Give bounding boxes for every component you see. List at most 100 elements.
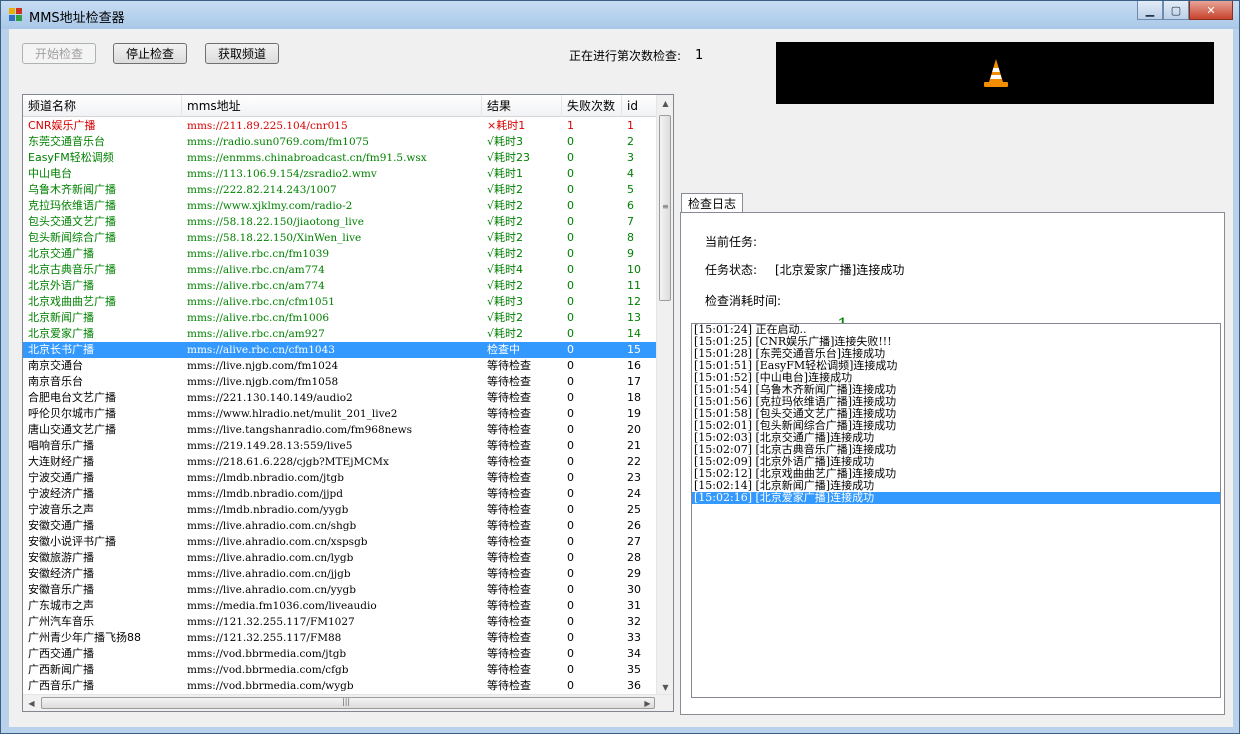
cell-fail-count: 1	[567, 119, 574, 132]
table-row[interactable]: 包头交通文艺广播 mms://58.18.22.150/jiaotong_live…	[23, 214, 657, 230]
table-row[interactable]: 中山电台 mms://113.106.9.154/zsradio2.wmv √耗时1…	[23, 166, 657, 182]
cell-channel-name: 广州汽车音乐	[28, 615, 94, 628]
table-row[interactable]: 北京新闻广播 mms://alive.rbc.cn/fm1006 √耗时2 0 13	[23, 310, 657, 326]
table-row[interactable]: 南京交通台 mms://live.njgb.com/fm1024 等待检查 0 16	[23, 358, 657, 374]
cell-mms-url: mms://113.106.9.154/zsradio2.wmv	[187, 168, 377, 180]
column-header-id[interactable]: id	[622, 95, 657, 117]
scroll-right-icon[interactable]: ▶	[639, 695, 656, 711]
column-header-url[interactable]: mms地址	[182, 95, 482, 117]
column-header-result[interactable]: 结果	[482, 95, 562, 117]
table-row[interactable]: 南京音乐台 mms://live.njgb.com/fm1058 等待检查 0 17	[23, 374, 657, 390]
maximize-icon[interactable]: ▢	[1163, 1, 1189, 20]
column-header-name[interactable]: 频道名称	[23, 95, 182, 117]
table-row[interactable]: 广东城市之声 mms://media.fm1036.com/liveaudio 等待…	[23, 598, 657, 614]
stop-check-button[interactable]: 停止检查	[113, 43, 187, 64]
cell-result: 等待检查	[487, 359, 531, 372]
cell-result: 等待检查	[487, 551, 531, 564]
caption-buttons: ▁ ▢ ✕	[1137, 1, 1233, 21]
fetch-channels-button[interactable]: 获取频道	[205, 43, 279, 64]
table-row[interactable]: 呼伦贝尔城市广播 mms://www.hlradio.net/mulit_201_…	[23, 406, 657, 422]
table-row[interactable]: 唐山交通文艺广播 mms://live.tangshanradio.com/fm9…	[23, 422, 657, 438]
table-row[interactable]: 广西交通广播 mms://vod.bbrmedia.com/jtgb 等待检查 0 34	[23, 646, 657, 662]
cell-channel-name: 广州青少年广播飞扬88	[28, 631, 141, 644]
table-row[interactable]: 宁波经济广播 mms://lmdb.nbradio.com/jjpd 等待检查 0 24	[23, 486, 657, 502]
table-row[interactable]: 广州青少年广播飞扬88 mms://121.32.255.117/FM88 等待检查…	[23, 630, 657, 646]
table-row[interactable]: 安徽经济广播 mms://live.ahradio.com.cn/jjgb 等待检查…	[23, 566, 657, 582]
table-row[interactable]: 广西音乐广播 mms://vod.bbrmedia.com/wygb 等待检查 0 36	[23, 678, 657, 694]
elapsed-label: 检查消耗时间:	[705, 294, 782, 308]
scroll-left-icon[interactable]: ◀	[23, 695, 40, 711]
scroll-up-icon[interactable]: ▲	[657, 95, 673, 112]
start-check-button[interactable]: 开始检查	[22, 43, 96, 64]
cell-id: 27	[627, 535, 641, 548]
table-row[interactable]: 北京外语广播 mms://alive.rbc.cn/am774 √耗时2 0 11	[23, 278, 657, 294]
log-tab-panel: 当前任务: 任务状态: [北京爱家广播]连接成功 检查消耗时间: 1 [15:0…	[680, 212, 1225, 715]
column-header-fails[interactable]: 失败次数	[562, 95, 622, 117]
cell-mms-url: mms://alive.rbc.cn/am927	[187, 328, 325, 340]
cell-result: 等待检查	[487, 647, 531, 660]
cell-mms-url: mms://live.tangshanradio.com/fm968news	[187, 424, 413, 436]
cell-mms-url: mms://www.xjklmy.com/radio-2	[187, 200, 353, 212]
cell-channel-name: 安徽经济广播	[28, 567, 94, 580]
media-player[interactable]	[776, 42, 1214, 104]
cell-mms-url: mms://211.89.225.104/cnr015	[187, 120, 348, 132]
log-line[interactable]: [15:02:16] [北京爱家广播]连接成功	[692, 492, 1220, 504]
table-row[interactable]: 北京戏曲曲艺广播 mms://alive.rbc.cn/cfm1051 √耗时3 0 1…	[23, 294, 657, 310]
table-row[interactable]: 广西新闻广播 mms://vod.bbrmedia.com/cfgb 等待检查 0 35	[23, 662, 657, 678]
cell-id: 5	[627, 183, 634, 196]
cell-channel-name: 安徽旅游广播	[28, 551, 94, 564]
tab-check-log[interactable]: 检查日志	[681, 193, 743, 213]
table-row[interactable]: 乌鲁木齐新闻广播 mms://222.82.214.243/1007 √耗时2 0 5	[23, 182, 657, 198]
table-row[interactable]: 克拉玛依维语广播 mms://www.xjklmy.com/radio-2 √耗时2…	[23, 198, 657, 214]
table-row[interactable]: 北京古典音乐广播 mms://alive.rbc.cn/am774 √耗时4 0 10	[23, 262, 657, 278]
table-row[interactable]: EasyFM轻松调频 mms://enmms.chinabroadcast.cn/…	[23, 150, 657, 166]
table-row[interactable]: 东莞交通音乐台 mms://radio.sun0769.com/fm1075 √耗时…	[23, 134, 657, 150]
table-row[interactable]: 北京交通广播 mms://alive.rbc.cn/fm1039 √耗时2 0 9	[23, 246, 657, 262]
list-vertical-scrollbar[interactable]: ▲ ≡ ▼	[656, 95, 673, 696]
cell-fail-count: 0	[567, 279, 574, 292]
cell-channel-name: 北京新闻广播	[28, 311, 94, 324]
cell-fail-count: 0	[567, 151, 574, 164]
table-row[interactable]: 广州汽车音乐 mms://121.32.255.117/FM1027 等待检查 0 32	[23, 614, 657, 630]
table-row[interactable]: 宁波音乐之声 mms://lmdb.nbradio.com/yygb 等待检查 0 25	[23, 502, 657, 518]
table-row[interactable]: 北京爱家广播 mms://alive.rbc.cn/am927 √耗时2 0 14	[23, 326, 657, 342]
channel-list[interactable]: 频道名称 mms地址 结果 失败次数 id CNR娱乐广播 mms://211.8…	[22, 94, 674, 712]
cell-fail-count: 0	[567, 647, 574, 660]
cell-mms-url: mms://radio.sun0769.com/fm1075	[187, 136, 369, 148]
horizontal-scroll-thumb[interactable]: |||	[41, 697, 655, 709]
table-row[interactable]: 合肥电台文艺广播 mms://221.130.140.149/audio2 等待检查…	[23, 390, 657, 406]
table-row[interactable]: 安徽旅游广播 mms://live.ahradio.com.cn/lygb 等待检查…	[23, 550, 657, 566]
cell-mms-url: mms://alive.rbc.cn/cfm1051	[187, 296, 335, 308]
cell-channel-name: 呼伦贝尔城市广播	[28, 407, 116, 420]
minimize-icon[interactable]: ▁	[1137, 1, 1163, 20]
app-icon	[9, 8, 23, 22]
cell-id: 6	[627, 199, 634, 212]
table-row[interactable]: 包头新闻综合广播 mms://58.18.22.150/XinWen_live √耗…	[23, 230, 657, 246]
cell-id: 22	[627, 455, 641, 468]
table-row[interactable]: CNR娱乐广播 mms://211.89.225.104/cnr015 ×耗时1 1 1	[23, 118, 657, 134]
window-title: MMS地址检查器	[29, 11, 125, 26]
title-bar[interactable]: MMS地址检查器 ▁ ▢ ✕	[1, 1, 1239, 29]
cell-fail-count: 0	[567, 407, 574, 420]
table-row[interactable]: 唱响音乐广播 mms://219.149.28.13:559/live5 等待检查 0…	[23, 438, 657, 454]
table-row[interactable]: 宁波交通广播 mms://lmdb.nbradio.com/jtgb 等待检查 0 23	[23, 470, 657, 486]
table-row[interactable]: 大连财经广播 mms://218.61.6.228/cjgb?MTEjMCMx 等待…	[23, 454, 657, 470]
close-icon[interactable]: ✕	[1189, 1, 1233, 20]
cell-id: 8	[627, 231, 634, 244]
vertical-scroll-thumb[interactable]: ≡	[659, 115, 671, 301]
log-listbox[interactable]: [15:01:24] 正在启动.. [15:01:25] [CNR娱乐广播]连接失…	[691, 323, 1221, 698]
cell-id: 26	[627, 519, 641, 532]
table-row[interactable]: 北京长书广播 mms://alive.rbc.cn/cfm1043 检查中 0 15	[23, 342, 657, 358]
cell-id: 32	[627, 615, 641, 628]
table-row[interactable]: 安徽音乐广播 mms://live.ahradio.com.cn/yygb 等待检查…	[23, 582, 657, 598]
cell-channel-name: 包头交通文艺广播	[28, 215, 116, 228]
cell-channel-name: CNR娱乐广播	[28, 119, 96, 132]
cell-mms-url: mms://alive.rbc.cn/fm1039	[187, 248, 330, 260]
list-horizontal-scrollbar[interactable]: ◀ ||| ▶	[23, 694, 673, 711]
table-row[interactable]: 安徽交通广播 mms://live.ahradio.com.cn/shgb 等待检查…	[23, 518, 657, 534]
cell-mms-url: mms://alive.rbc.cn/cfm1043	[187, 344, 335, 356]
table-row[interactable]: 安徽小说评书广播 mms://live.ahradio.com.cn/xspsgb…	[23, 534, 657, 550]
cell-mms-url: mms://live.ahradio.com.cn/lygb	[187, 552, 354, 564]
cell-mms-url: mms://alive.rbc.cn/am774	[187, 264, 325, 276]
cell-channel-name: 包头新闻综合广播	[28, 231, 116, 244]
